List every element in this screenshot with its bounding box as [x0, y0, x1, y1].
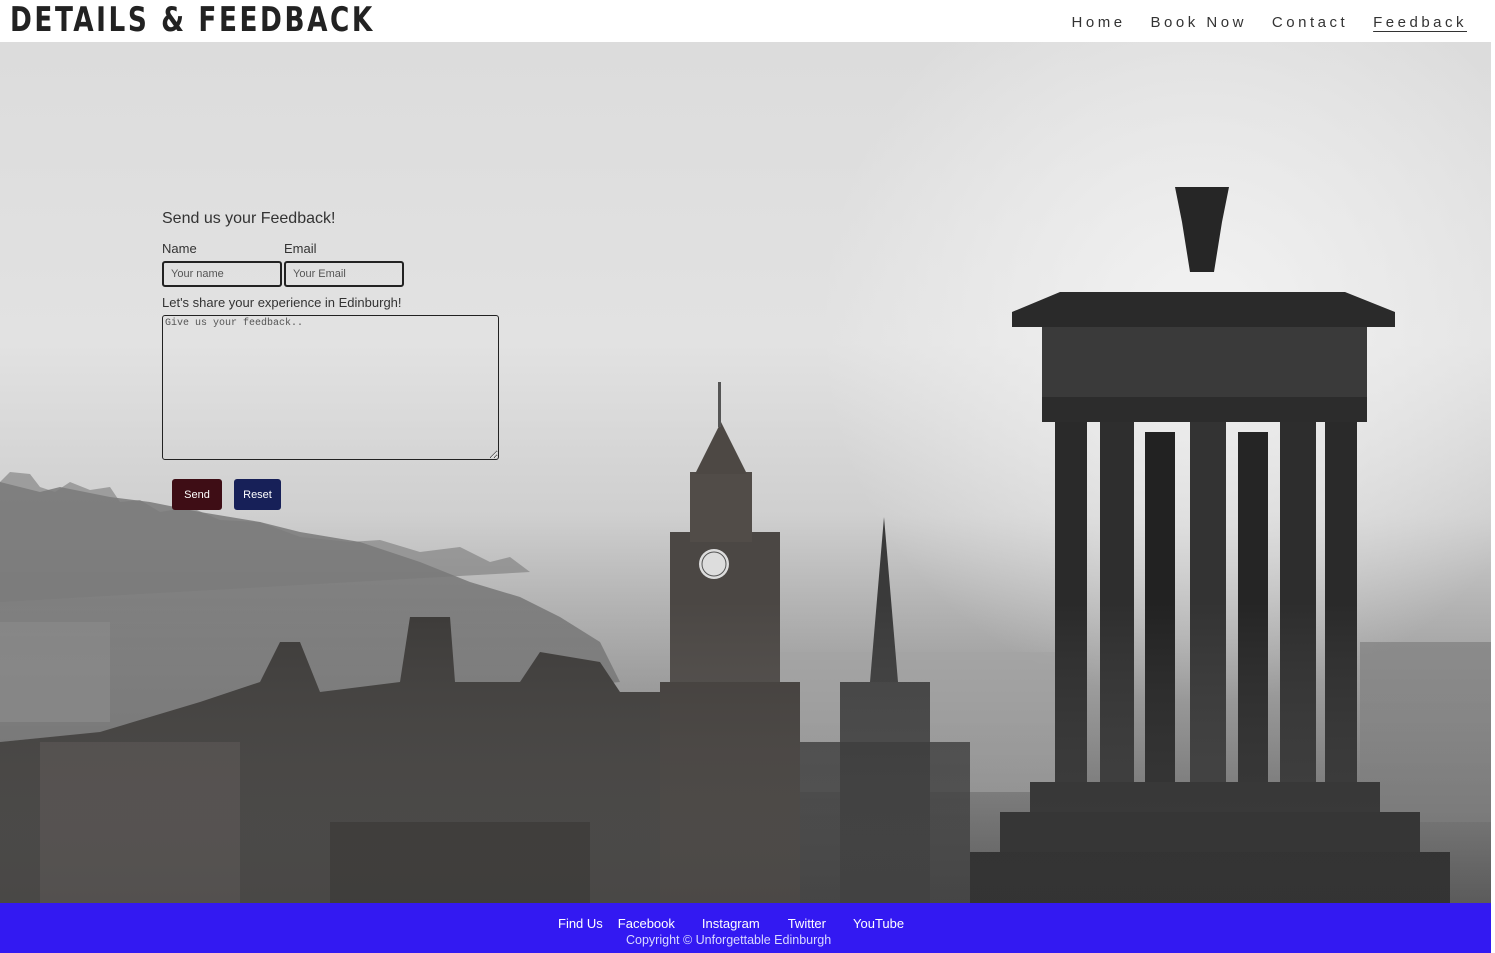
footer-link-youtube[interactable]: YouTube	[853, 916, 904, 931]
nav-book-now[interactable]: Book Now	[1151, 14, 1247, 33]
nav-contact[interactable]: Contact	[1272, 14, 1348, 33]
site-title: DETAILS & FEEDBACK	[10, 0, 375, 40]
feedback-textarea[interactable]	[162, 315, 499, 460]
nav-feedback[interactable]: Feedback	[1373, 14, 1467, 33]
reset-button[interactable]: Reset	[234, 479, 281, 510]
email-label: Email	[284, 241, 317, 256]
main-nav: Home Book Now Contact Feedback	[1072, 14, 1467, 33]
name-input[interactable]	[162, 261, 282, 287]
footer-link-find-us[interactable]: Find Us	[558, 916, 603, 931]
footer-links: Find Us Facebook Instagram Twitter YouTu…	[558, 916, 904, 931]
footer-link-instagram[interactable]: Instagram	[702, 916, 760, 931]
email-input[interactable]	[284, 261, 404, 287]
header-bar: DETAILS & FEEDBACK Home Book Now Contact…	[0, 0, 1491, 42]
footer-link-facebook[interactable]: Facebook	[618, 916, 675, 931]
edinburgh-skyline-background	[0, 42, 1491, 903]
nav-home[interactable]: Home	[1072, 14, 1126, 33]
experience-label: Let's share your experience in Edinburgh…	[162, 295, 402, 310]
footer-link-twitter[interactable]: Twitter	[788, 916, 826, 931]
form-title: Send us your Feedback!	[162, 210, 336, 227]
copyright-text: Copyright © Unforgettable Edinburgh	[626, 933, 832, 947]
skyline-image	[0, 42, 1491, 903]
name-label: Name	[162, 241, 197, 256]
footer: Find Us Facebook Instagram Twitter YouTu…	[0, 903, 1491, 953]
send-button[interactable]: Send	[172, 479, 222, 510]
